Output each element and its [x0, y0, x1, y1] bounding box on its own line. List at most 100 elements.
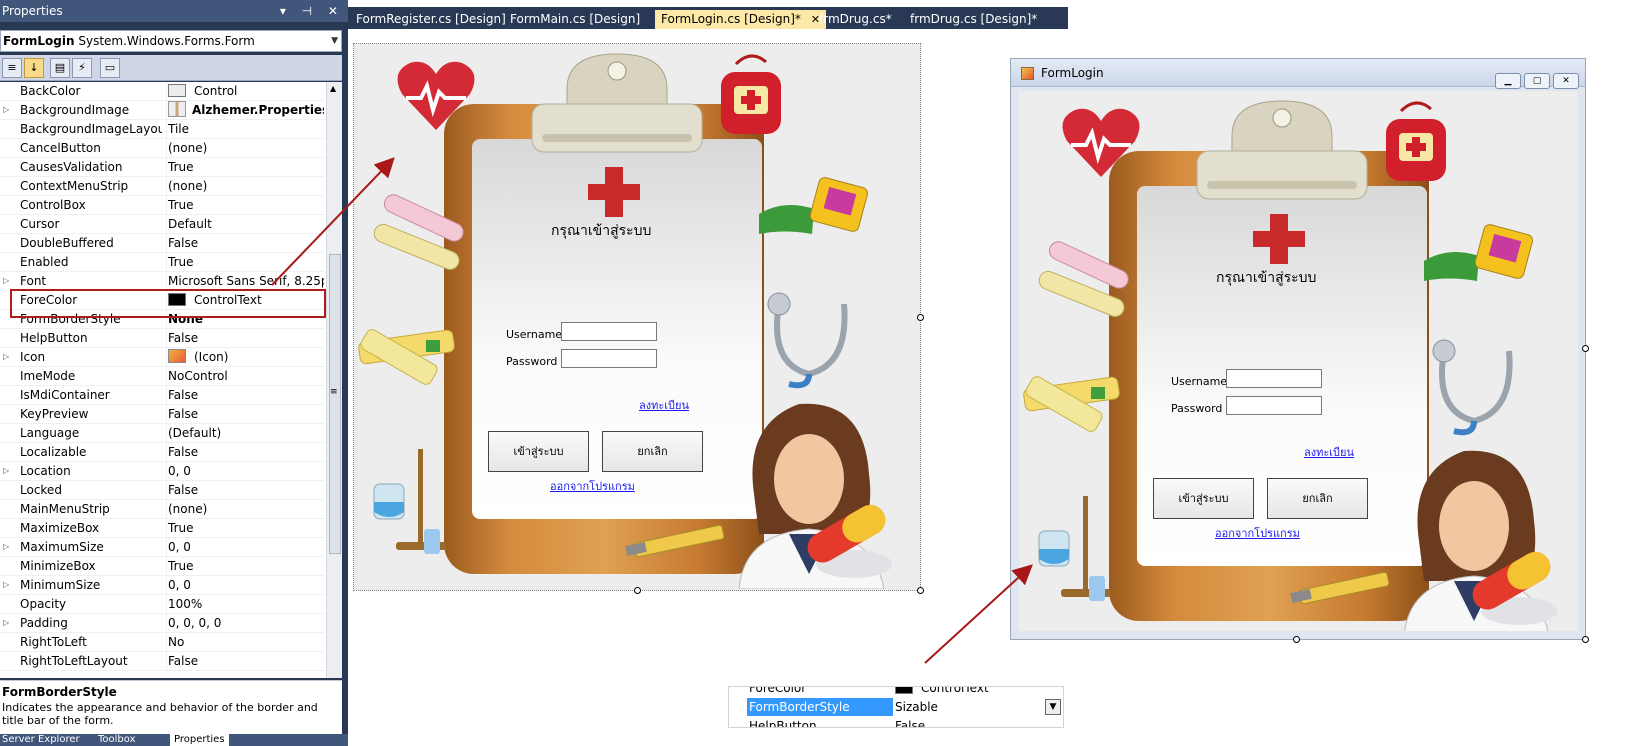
- property-row[interactable]: ▷ MinimumSize 0, 0: [0, 576, 325, 595]
- property-value[interactable]: (none): [166, 139, 324, 157]
- register-link[interactable]: ลงทะเบียน: [639, 396, 689, 414]
- mini-row-value-selected[interactable]: Sizable: [895, 698, 938, 716]
- property-row[interactable]: KeyPreview False: [0, 405, 325, 424]
- username-field[interactable]: [1226, 369, 1322, 388]
- property-row[interactable]: BackgroundImageLayout Tile: [0, 120, 325, 139]
- property-row[interactable]: ▷ MaximumSize 0, 0: [0, 538, 325, 557]
- resize-handle-corner[interactable]: [1582, 636, 1589, 643]
- designer-surface-borderless[interactable]: กรุณาเข้าสู่ระบบ Username Password ลงทะเ…: [353, 43, 921, 591]
- tab-properties[interactable]: Properties: [170, 734, 229, 746]
- properties-icon[interactable]: ▤: [50, 58, 70, 78]
- property-row[interactable]: CausesValidation True: [0, 158, 325, 177]
- expand-icon[interactable]: ▷: [3, 462, 13, 480]
- property-row[interactable]: MinimizeBox True: [0, 557, 325, 576]
- property-row[interactable]: ▷ Padding 0, 0, 0, 0: [0, 614, 325, 633]
- property-value[interactable]: 0, 0, 0, 0: [166, 614, 324, 632]
- property-row[interactable]: Localizable False: [0, 443, 325, 462]
- resize-handle-right[interactable]: [1582, 345, 1589, 352]
- property-row[interactable]: CancelButton (none): [0, 139, 325, 158]
- property-value[interactable]: No: [166, 633, 324, 651]
- property-row[interactable]: ContextMenuStrip (none): [0, 177, 325, 196]
- tab-toolbox[interactable]: Toolbox: [98, 734, 136, 746]
- login-button[interactable]: เข้าสู่ระบบ: [1153, 478, 1254, 519]
- object-selector[interactable]: FormLogin System.Windows.Forms.Form ▼: [0, 30, 342, 52]
- alphabetical-icon[interactable]: ↓: [24, 58, 44, 78]
- property-row[interactable]: MainMenuStrip (none): [0, 500, 325, 519]
- resize-handle-bottom[interactable]: [634, 587, 641, 594]
- property-row[interactable]: RightToLeft No: [0, 633, 325, 652]
- property-value[interactable]: Alzhemer.Properties.Re: [166, 101, 324, 119]
- password-field[interactable]: [561, 349, 657, 368]
- expand-icon[interactable]: ▷: [3, 614, 13, 632]
- property-row[interactable]: Cursor Default: [0, 215, 325, 234]
- property-row[interactable]: Enabled True: [0, 253, 325, 272]
- property-value[interactable]: Microsoft Sans Serif, 8.25pt: [166, 272, 324, 290]
- tab-server-explorer[interactable]: Server Explorer: [2, 734, 80, 746]
- property-value[interactable]: False: [166, 405, 324, 423]
- property-value[interactable]: True: [166, 519, 324, 537]
- property-value[interactable]: NoControl: [166, 367, 324, 385]
- property-pages-icon[interactable]: ▭: [100, 58, 120, 78]
- property-row[interactable]: MaximizeBox True: [0, 519, 325, 538]
- maximize-icon[interactable]: ▢: [1524, 73, 1550, 89]
- events-icon[interactable]: ⚡: [72, 58, 92, 78]
- property-row[interactable]: Language (Default): [0, 424, 325, 443]
- property-value[interactable]: (none): [166, 500, 324, 518]
- property-value[interactable]: Default: [166, 215, 324, 233]
- property-row[interactable]: Opacity 100%: [0, 595, 325, 614]
- cancel-button[interactable]: ยกเลิก: [602, 431, 703, 472]
- tab-formregister-design[interactable]: FormRegister.cs [Design]: [350, 10, 512, 29]
- expand-icon[interactable]: ▷: [3, 272, 13, 290]
- property-row[interactable]: IsMdiContainer False: [0, 386, 325, 405]
- property-row[interactable]: ▷ BackgroundImage Alzhemer.Properties.Re: [0, 101, 325, 120]
- property-value[interactable]: True: [166, 253, 324, 271]
- property-value[interactable]: True: [166, 196, 324, 214]
- exit-program-link[interactable]: ออกจากโปรแกรม: [1215, 524, 1300, 542]
- chevron-down-icon[interactable]: ▼: [1045, 699, 1061, 715]
- property-row[interactable]: ▷ Icon (Icon): [0, 348, 325, 367]
- property-row[interactable]: RightToLeftLayout False: [0, 652, 325, 671]
- resize-handle-corner[interactable]: [917, 587, 924, 594]
- property-value[interactable]: False: [166, 443, 324, 461]
- property-grid-scrollbar[interactable]: ▲ ≡: [326, 82, 342, 678]
- register-link[interactable]: ลงทะเบียน: [1304, 443, 1354, 461]
- property-value[interactable]: Tile: [166, 120, 324, 138]
- tab-formmain-design[interactable]: FormMain.cs [Design]: [504, 10, 646, 29]
- cancel-button[interactable]: ยกเลิก: [1267, 478, 1368, 519]
- mini-row-helpbutton[interactable]: HelpButton False: [729, 717, 1063, 727]
- expand-icon[interactable]: ▷: [3, 576, 13, 594]
- property-value[interactable]: Control: [166, 82, 324, 100]
- scroll-up-icon[interactable]: ▲: [330, 84, 336, 93]
- property-value[interactable]: 0, 0: [166, 576, 324, 594]
- property-value[interactable]: False: [166, 234, 324, 252]
- minimize-icon[interactable]: ▁: [1495, 73, 1521, 89]
- property-row[interactable]: ImeMode NoControl: [0, 367, 325, 386]
- expand-icon[interactable]: ▷: [3, 538, 13, 556]
- property-value[interactable]: False: [166, 386, 324, 404]
- expand-icon[interactable]: ▷: [3, 101, 13, 119]
- property-row[interactable]: DoubleBuffered False: [0, 234, 325, 253]
- mini-row-formborderstyle[interactable]: FormBorderStyle Sizable ▼: [729, 698, 1063, 716]
- login-button[interactable]: เข้าสู่ระบบ: [488, 431, 589, 472]
- property-row[interactable]: Locked False: [0, 481, 325, 500]
- resize-handle-right[interactable]: [917, 314, 924, 321]
- property-value[interactable]: (none): [166, 177, 324, 195]
- exit-program-link[interactable]: ออกจากโปรแกรม: [550, 477, 635, 495]
- property-row[interactable]: BackColor Control: [0, 82, 325, 101]
- scroll-thumb[interactable]: [329, 254, 341, 554]
- property-value[interactable]: True: [166, 557, 324, 575]
- tab-frmdrug-design[interactable]: frmDrug.cs [Design]*: [904, 10, 1043, 29]
- tab-frmdrug-code[interactable]: frmDrug.cs*: [813, 10, 898, 29]
- resize-handle-bottom[interactable]: [1293, 636, 1300, 643]
- categorized-icon[interactable]: ≡: [2, 58, 22, 78]
- property-row[interactable]: ▷ Location 0, 0: [0, 462, 325, 481]
- chevron-down-icon[interactable]: ▼: [331, 31, 338, 51]
- property-row[interactable]: HelpButton False: [0, 329, 325, 348]
- tab-formlogin-design[interactable]: FormLogin.cs [Design]* ✕: [655, 10, 827, 29]
- property-value[interactable]: False: [166, 481, 324, 499]
- mini-row-forecolor[interactable]: ForeColor ControlText: [729, 687, 1063, 697]
- property-row[interactable]: ControlBox True: [0, 196, 325, 215]
- property-value[interactable]: True: [166, 158, 324, 176]
- property-value[interactable]: 100%: [166, 595, 324, 613]
- property-value[interactable]: False: [166, 329, 324, 347]
